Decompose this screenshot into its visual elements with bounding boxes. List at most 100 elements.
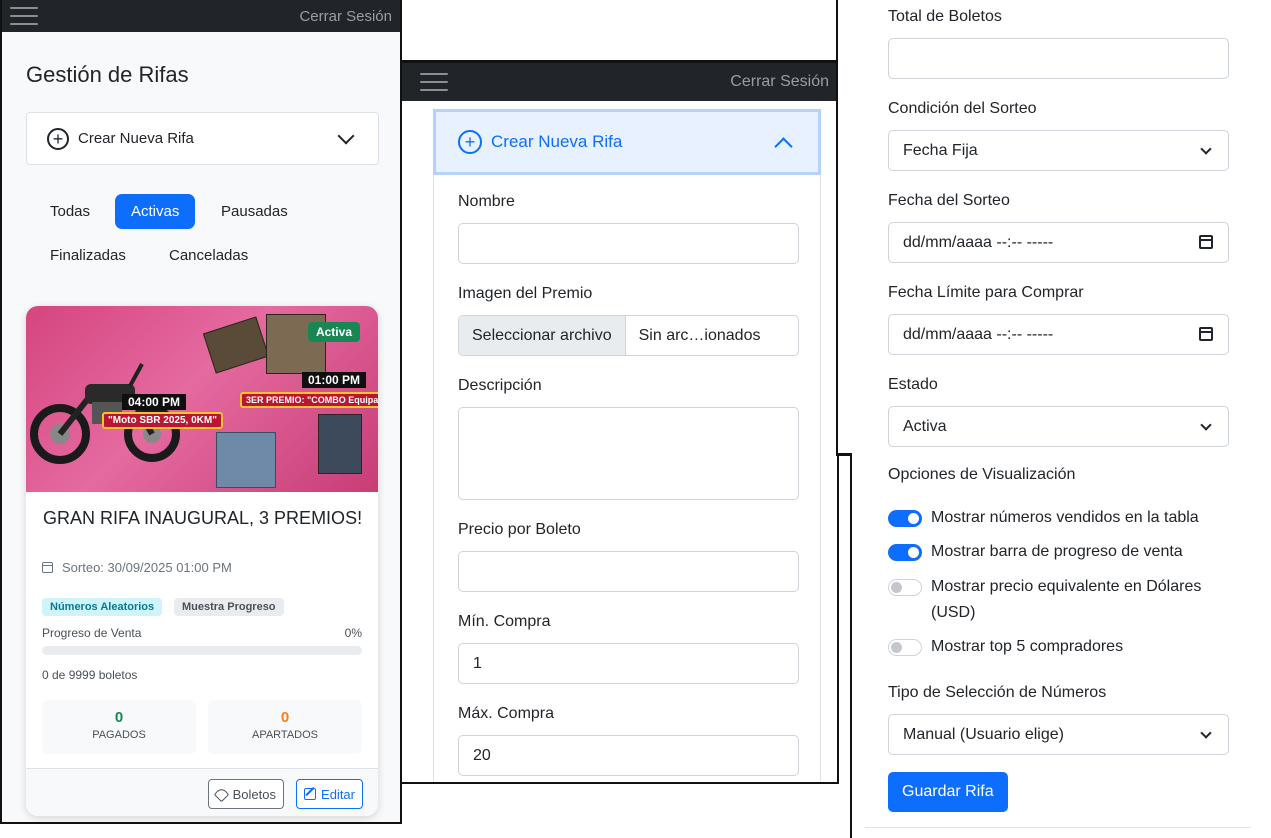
save-raffle-button[interactable]: Guardar Rifa	[888, 772, 1008, 812]
tab-finalizadas[interactable]: Finalizadas	[34, 238, 142, 273]
total-tickets-label: Total de Boletos	[888, 8, 1002, 25]
draw-date-value: dd/mm/aaaa --:-- -----	[903, 233, 1054, 251]
toggle-show-sold-numbers[interactable]: Mostrar números vendidos en la tabla	[888, 505, 1199, 531]
toggle-label: Mostrar top 5 compradores	[931, 638, 1124, 655]
price-input[interactable]	[458, 551, 799, 592]
toggle-show-top-buyers[interactable]: Mostrar top 5 compradores	[888, 634, 1123, 660]
calendar-icon[interactable]	[1199, 235, 1213, 249]
progress-percent: 0%	[344, 626, 362, 640]
tickets-button-label: Boletos	[232, 786, 276, 802]
raffle-list-screen: Cerrar Sesión Gestión de Rifas + Crear N…	[0, 0, 402, 824]
display-options-heading: Opciones de Visualización	[888, 466, 1076, 483]
choose-file-button[interactable]: Seleccionar archivo	[459, 316, 626, 355]
file-name-text: Sin arc…ionados	[638, 326, 761, 344]
edit-button[interactable]: Editar	[296, 779, 363, 809]
status-select[interactable]: Activa	[888, 406, 1229, 447]
tickets-count: 0 de 9999 boletos	[42, 668, 138, 682]
selection-type-select[interactable]: Manual (Usuario elige)	[888, 714, 1229, 755]
plus-circle-icon: +	[47, 127, 69, 150]
tab-pausadas[interactable]: Pausadas	[205, 194, 304, 229]
random-numbers-badge: Números Aleatorios	[42, 598, 163, 616]
draw-date-text: Sorteo: 30/09/2025 01:00 PM	[62, 560, 232, 575]
draw-condition-value: Fecha Fija	[903, 141, 978, 159]
menu-icon[interactable]	[10, 5, 38, 27]
electronics-image	[216, 432, 276, 488]
switch-off-icon[interactable]	[888, 579, 922, 596]
total-tickets-input[interactable]	[888, 38, 1229, 79]
status-label: Estado	[888, 376, 938, 393]
left-time-tag: 04:00 PM	[122, 394, 187, 410]
reserved-label: APARTADOS	[251, 729, 319, 741]
chevron-down-icon	[1200, 143, 1212, 155]
calendar-icon	[42, 562, 53, 573]
description-label: Descripción	[458, 377, 542, 394]
top-navbar: Cerrar Sesión	[2, 0, 400, 32]
purchase-deadline-value: dd/mm/aaaa --:-- -----	[903, 325, 1054, 343]
image-label: Imagen del Premio	[458, 285, 593, 302]
left-prize-tag: "Moto SBR 2025, 0KM"	[102, 412, 223, 429]
create-raffle-accordion[interactable]: + Crear Nueva Rifa	[433, 109, 821, 175]
pencil-square-icon	[304, 788, 317, 800]
speaker-box-image	[202, 316, 270, 374]
min-purchase-input[interactable]: 1	[458, 643, 799, 684]
max-purchase-input[interactable]: 20	[458, 735, 799, 776]
create-form-screen-middle: Total de Boletos Condición del Sorteo Fe…	[836, 0, 1271, 456]
logout-link[interactable]: Cerrar Sesión	[730, 73, 829, 91]
name-label: Nombre	[458, 193, 515, 210]
progress-label: Progreso de Venta	[42, 626, 142, 640]
draw-date: Sorteo: 30/09/2025 01:00 PM	[42, 560, 232, 575]
sales-progress-bar	[42, 646, 362, 655]
tag-icon	[213, 786, 229, 802]
toggle-show-usd-price[interactable]: Mostrar precio equivalente en Dólares (U…	[888, 574, 1238, 626]
right-time-tag: 01:00 PM	[302, 372, 367, 388]
purchase-deadline-label: Fecha Límite para Comprar	[888, 284, 1084, 301]
create-raffle-accordion[interactable]: + Crear Nueva Rifa	[26, 112, 379, 165]
image-file-input[interactable]: Seleccionar archivo Sin arc…ionados	[458, 315, 799, 356]
description-textarea[interactable]	[458, 407, 799, 500]
max-purchase-label: Máx. Compra	[458, 705, 555, 722]
paid-stat: 0 PAGADOS	[42, 700, 196, 754]
menu-icon[interactable]	[420, 71, 448, 93]
divider	[865, 827, 1251, 828]
selection-type-value: Manual (Usuario elige)	[903, 725, 1064, 743]
selection-type-label: Tipo de Selección de Números	[888, 684, 1107, 701]
chevron-down-icon	[1200, 419, 1212, 431]
switch-on-icon[interactable]	[888, 544, 922, 561]
status-badge: Activa	[307, 322, 360, 342]
calendar-icon[interactable]	[1199, 327, 1213, 341]
tools-image	[318, 414, 362, 474]
paid-label: PAGADOS	[92, 729, 146, 741]
draw-date-input[interactable]: dd/mm/aaaa --:-- -----	[888, 222, 1229, 263]
status-value: Activa	[903, 417, 947, 435]
right-prize-tag: 3ER PREMIO: "COMBO Equipa Tu Sala	[240, 392, 378, 408]
logout-link[interactable]: Cerrar Sesión	[299, 8, 392, 25]
toggle-show-progress-bar[interactable]: Mostrar barra de progreso de venta	[888, 539, 1183, 565]
edit-button-label: Editar	[321, 786, 355, 802]
chevron-down-icon	[1200, 727, 1212, 739]
accordion-label: Crear Nueva Rifa	[491, 132, 623, 151]
reserved-stat: 0 APARTADOS	[208, 700, 362, 754]
name-input[interactable]	[458, 223, 799, 264]
tab-canceladas[interactable]: Canceladas	[153, 238, 264, 273]
plus-circle-icon: +	[458, 130, 482, 154]
tab-todas[interactable]: Todas	[34, 194, 106, 229]
reserved-count: 0	[280, 709, 290, 726]
raffle-title: GRAN RIFA INAUGURAL, 3 PREMIOS!	[43, 508, 363, 528]
draw-condition-label: Condición del Sorteo	[888, 100, 1037, 117]
tickets-button[interactable]: Boletos	[207, 779, 284, 809]
tab-activas[interactable]: Activas	[115, 194, 196, 229]
price-label: Precio por Boleto	[458, 521, 581, 538]
purchase-deadline-input[interactable]: dd/mm/aaaa --:-- -----	[888, 314, 1229, 355]
toggle-label: Mostrar precio equivalente en Dólares (U…	[931, 578, 1202, 621]
toggle-label: Mostrar números vendidos en la tabla	[931, 509, 1199, 526]
card-footer: Boletos Editar	[26, 768, 378, 816]
page-title: Gestión de Rifas	[26, 62, 189, 87]
min-purchase-label: Mín. Compra	[458, 613, 551, 630]
draw-condition-select[interactable]: Fecha Fija	[888, 130, 1229, 171]
top-navbar: Cerrar Sesión	[402, 63, 837, 101]
switch-on-icon[interactable]	[888, 510, 922, 527]
raffle-card: 04:00 PM "Moto SBR 2025, 0KM" 01:00 PM 3…	[26, 306, 378, 816]
switch-off-icon[interactable]	[888, 639, 922, 656]
create-form-screen-top: Cerrar Sesión + Crear Nueva Rifa Nombre …	[400, 60, 839, 784]
chevron-down-icon	[337, 127, 355, 144]
